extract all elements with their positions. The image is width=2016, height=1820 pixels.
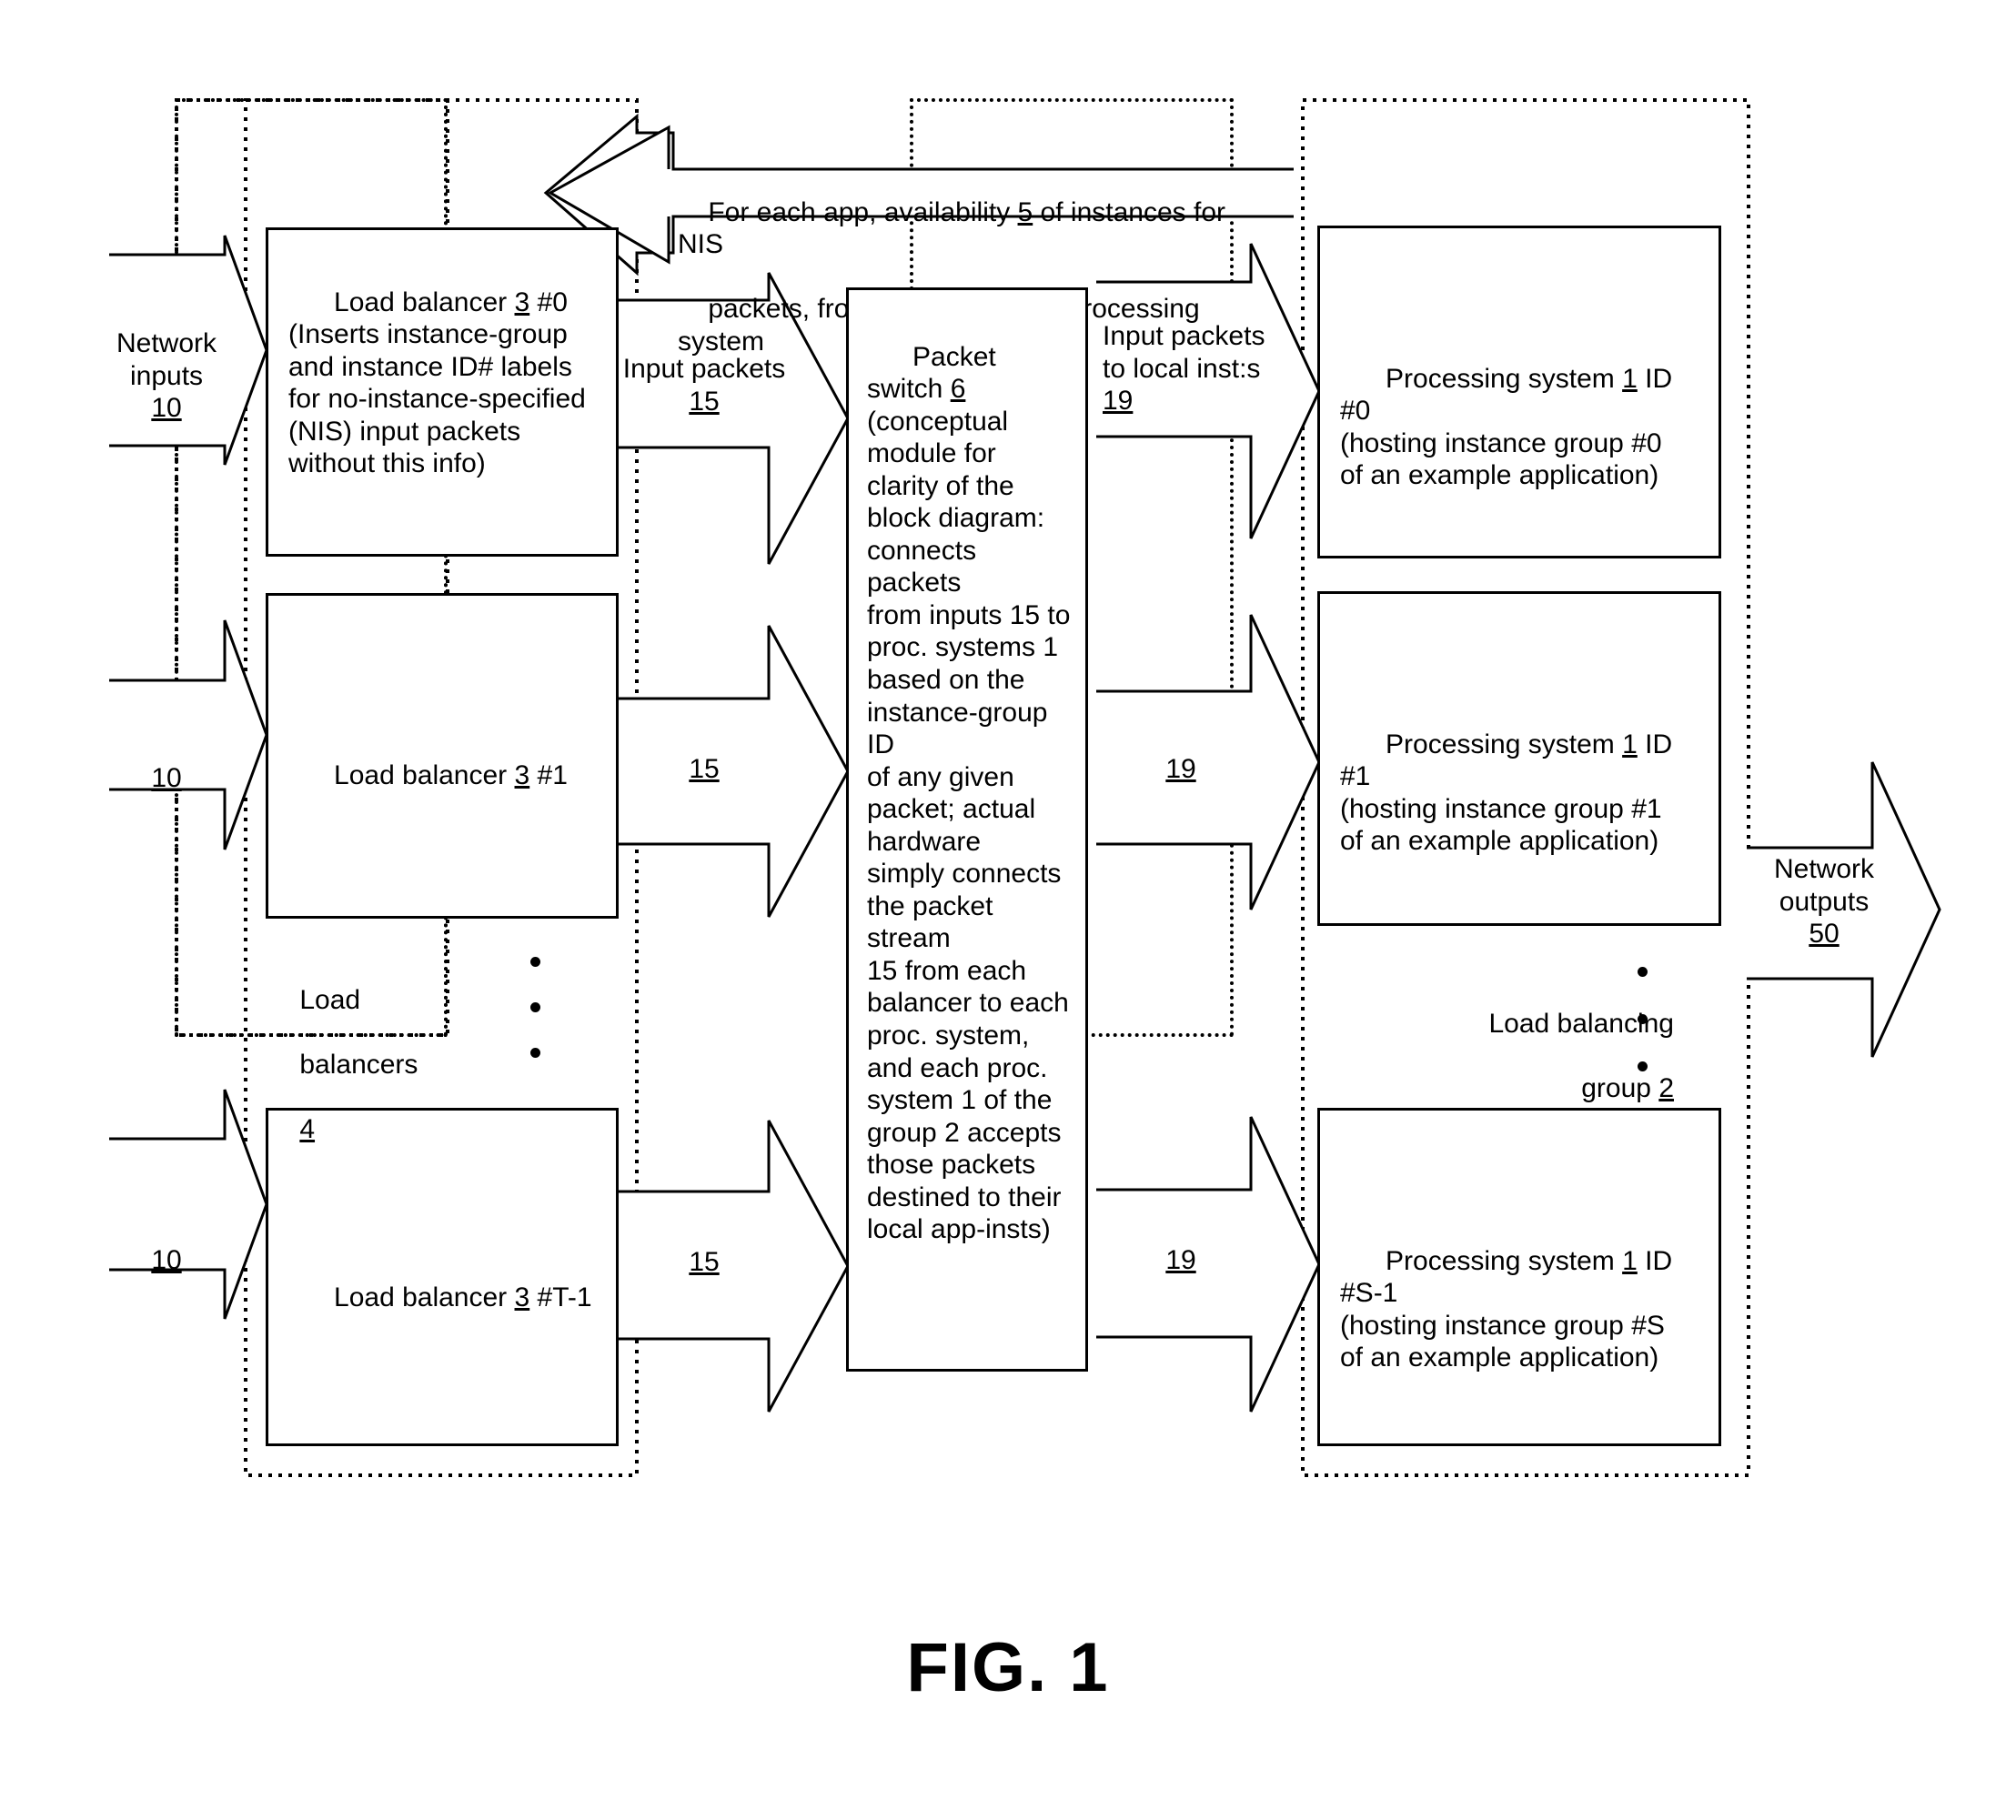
callout-ref-5: 5: [1017, 196, 1033, 227]
figure-caption: FIG. 1: [906, 1629, 1110, 1706]
lb1-title-b: #1: [529, 759, 568, 790]
input-packets-ref-0: 15: [689, 386, 720, 417]
processing-system-s1-box[interactable]: Processing system 1 ID #S-1 (hosting inst…: [1317, 1108, 1721, 1446]
network-input-ref-3: 10: [151, 1245, 182, 1275]
ps-ellipsis-dot-1: [1638, 967, 1648, 977]
packet-switch-title-ref: 6: [950, 374, 966, 405]
local-packets-ref-2: 19: [1165, 1245, 1196, 1275]
ps0-title-ref: 1: [1622, 363, 1638, 394]
network-inputs-line1: Network: [116, 328, 217, 358]
processing-system-0-box[interactable]: Processing system 1 ID #0 (hosting instan…: [1317, 226, 1721, 558]
lbg-line2: group: [1581, 1072, 1651, 1103]
local-packets-ref-0: 19: [1103, 386, 1134, 417]
network-outputs-label: Network outputs 50: [1756, 853, 1892, 950]
callout-line1-a: For each app, availability: [708, 196, 1018, 227]
network-input-ref-2: 10: [151, 763, 182, 793]
figure-caption-wrap: FIG. 1: [0, 1628, 2016, 1707]
figure-canvas: For each app, availability 5 of instance…: [0, 0, 2016, 1820]
lb0-title-ref: 3: [514, 287, 530, 317]
lbg-line1: Load balancing: [1488, 1008, 1674, 1039]
lb-ellipsis-dot-3: [530, 1048, 540, 1058]
lbt1-title-ref: 3: [514, 1282, 530, 1312]
local-packets-line2-0: to local inst:s: [1103, 353, 1261, 384]
network-outputs-ref: 50: [1809, 919, 1840, 950]
lb-ellipsis-dot-2: [530, 1002, 540, 1012]
lbt1-title-a: Load balancer: [334, 1282, 515, 1312]
network-inputs-label: Network inputs 10: [107, 327, 226, 425]
packet-switch-body: (conceptual module for clarity of the bl…: [867, 406, 1071, 1245]
input-packets-ref-1: 15: [689, 754, 720, 784]
lb-ellipsis-dot-1: [530, 957, 540, 967]
load-balancer-1-box[interactable]: Load balancer 3 #1: [266, 593, 619, 919]
processing-system-1-box[interactable]: Processing system 1 ID #1 (hosting instan…: [1317, 591, 1721, 926]
input-packets-ref-2: 15: [689, 1247, 720, 1277]
lb0-title-b: #0: [529, 287, 568, 317]
local-packets-label-0: Input packets to local inst:s 19: [1103, 320, 1303, 417]
packet-switch-box[interactable]: Packet switch 6 (conceptual module for cl…: [846, 287, 1088, 1372]
lb-group-line1: Load: [299, 984, 361, 1015]
lbg-ref: 2: [1658, 1072, 1674, 1103]
lb0-body: (Inserts instance-group and instance ID#…: [288, 319, 586, 479]
network-outputs-line2: outputs: [1779, 886, 1870, 917]
lb-group-ref: 4: [299, 1113, 316, 1144]
local-packets-line1-0: Input packets: [1103, 321, 1265, 351]
lb-group-line2: balancers: [299, 1049, 418, 1080]
input-packets-text-0: Input packets: [622, 354, 786, 384]
ps0-body: (hosting instance group #0 of an example…: [1340, 427, 1662, 491]
load-balancers-group-label: Load balancers 4: [269, 951, 479, 1178]
lb1-title-a: Load balancer: [334, 759, 515, 790]
pss1-title-ref: 1: [1622, 1245, 1638, 1276]
lb1-title-ref: 3: [514, 759, 530, 790]
lb0-title-a: Load balancer: [334, 287, 515, 317]
local-packets-ref-1: 19: [1165, 754, 1196, 784]
ps1-title-a: Processing system: [1386, 729, 1623, 759]
ps-ellipsis-dot-3: [1638, 1061, 1648, 1071]
ps-ellipsis-dot-2: [1638, 1014, 1648, 1024]
network-inputs-ref: 10: [151, 393, 182, 424]
lbt1-title-b: #T-1: [529, 1282, 592, 1312]
network-outputs-line1: Network: [1773, 854, 1875, 884]
load-balancer-0-box[interactable]: Load balancer 3 #0 (Inserts instance-grou…: [266, 227, 619, 557]
input-packets-label-0: Input packets 15: [622, 353, 786, 417]
pss1-body: (hosting instance group #S of an example…: [1340, 1310, 1665, 1373]
ps1-title-ref: 1: [1622, 729, 1638, 759]
packet-switch-title-a: Packet switch: [867, 341, 1004, 405]
load-balancing-group-label: Load balancing group 2: [1437, 975, 1674, 1137]
ps0-title-a: Processing system: [1386, 363, 1623, 394]
network-inputs-line2: inputs: [129, 360, 204, 391]
ps1-body: (hosting instance group #1 of an example…: [1340, 793, 1662, 857]
pss1-title-a: Processing system: [1386, 1245, 1623, 1276]
